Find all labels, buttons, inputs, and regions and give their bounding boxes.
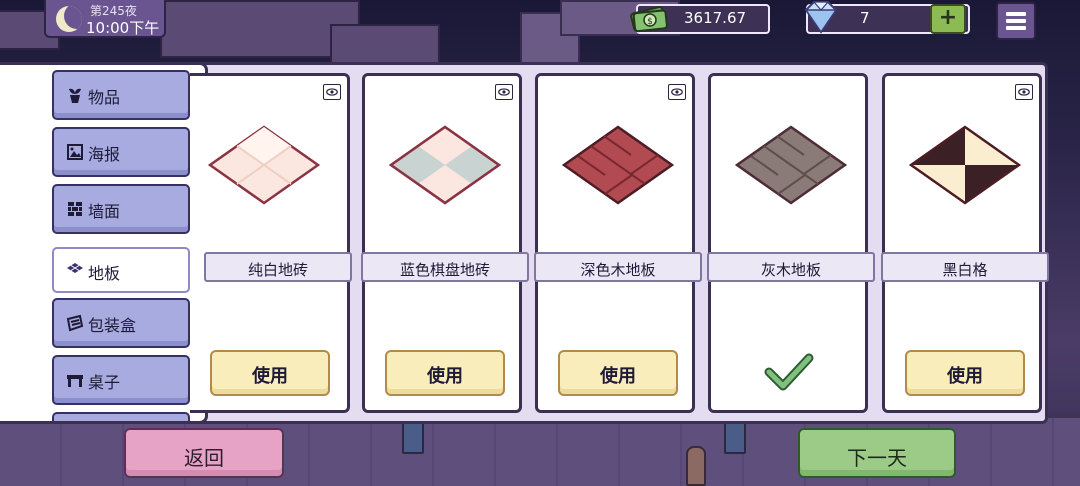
preview-eye-icon[interactable] — [668, 84, 686, 100]
back-button[interactable]: 返回 — [124, 428, 284, 478]
diamond-icon — [804, 1, 838, 34]
use-button[interactable]: 使用 — [385, 350, 505, 396]
floor-preview-blue-checker — [388, 125, 502, 205]
preview-eye-icon[interactable] — [323, 84, 341, 100]
money-amount: 3617.67 — [684, 9, 747, 27]
floor-tiles-icon — [67, 263, 83, 273]
wall-icon — [68, 202, 82, 216]
nav-label: 桌子 — [88, 373, 121, 392]
use-button-label: 使用 — [427, 366, 463, 387]
gem-count: 7 — [860, 9, 870, 27]
add-gems-button[interactable]: + — [930, 4, 966, 34]
hamburger-icon — [1006, 26, 1026, 30]
floor-card-grey-wood[interactable]: 灰木地板 — [707, 73, 875, 413]
back-button-label: 返回 — [184, 446, 224, 470]
category-walls-button[interactable]: 墙面 — [52, 184, 190, 234]
svg-text:$: $ — [647, 17, 653, 27]
card-name: 蓝色棋盘地砖 — [399, 261, 490, 279]
card-name-bar: 黑白格 — [881, 252, 1049, 282]
next-day-button[interactable]: 下一天 — [798, 428, 956, 478]
category-items-button[interactable]: 物品 — [52, 70, 190, 120]
floor-card-white-tiles[interactable]: 纯白地砖 使用 — [190, 73, 352, 413]
moon-icon — [56, 6, 82, 32]
hamburger-icon — [1006, 19, 1026, 23]
nav-label: 包装盒 — [88, 316, 137, 335]
package-box-icon — [66, 314, 84, 332]
use-button-label: 使用 — [947, 366, 983, 387]
nav-label: 墙面 — [88, 202, 121, 221]
preview-eye-icon[interactable] — [1015, 84, 1033, 100]
use-button[interactable]: 使用 — [905, 350, 1025, 396]
category-more-button[interactable] — [52, 412, 190, 421]
floor-preview-grey-wood — [734, 125, 848, 205]
floor-preview-white-tiles — [207, 125, 321, 205]
floor-card-dark-wood[interactable]: 深色木地板 使用 — [534, 73, 702, 413]
nav-label: 海报 — [88, 145, 121, 164]
use-button[interactable]: 使用 — [210, 350, 330, 396]
card-name-bar: 灰木地板 — [707, 252, 875, 282]
menu-button[interactable] — [996, 2, 1036, 40]
plant-pot-icon — [69, 88, 81, 103]
clock-time: 10:00下午 — [86, 19, 160, 37]
card-name-bar: 蓝色棋盘地砖 — [361, 252, 529, 282]
category-posters-button[interactable]: 海报 — [52, 127, 190, 177]
trash-bin — [402, 422, 424, 454]
category-sidebar[interactable]: 物品 海报 墙面 地板 包装盒 桌子 — [0, 62, 208, 424]
day-time-panel: 第245夜 10:00下午 — [44, 0, 166, 38]
nav-label: 地板 — [88, 264, 121, 283]
floor-preview-black-white — [908, 125, 1022, 205]
fire-hydrant — [686, 446, 706, 486]
trash-bin — [724, 422, 746, 454]
use-button-label: 使用 — [252, 366, 288, 387]
card-name: 纯白地砖 — [247, 261, 308, 279]
preview-eye-icon[interactable] — [495, 84, 513, 100]
table-icon — [67, 375, 83, 387]
floor-card-blue-checker[interactable]: 蓝色棋盘地砖 使用 — [361, 73, 529, 413]
floor-preview-dark-wood — [561, 125, 675, 205]
card-name: 深色木地板 — [580, 261, 656, 279]
hamburger-icon — [1006, 12, 1026, 16]
category-tables-button[interactable]: 桌子 — [52, 355, 190, 405]
cash-icon: $ — [630, 6, 668, 33]
check-icon — [764, 353, 814, 391]
nav-label: 物品 — [88, 88, 121, 107]
category-floor-button[interactable]: 地板 — [52, 247, 190, 293]
next-day-button-label: 下一天 — [847, 446, 907, 470]
background-rooftop — [330, 24, 440, 64]
card-name-bar: 纯白地砖 — [204, 252, 352, 282]
card-name: 灰木地板 — [760, 261, 821, 279]
card-name: 黑白格 — [942, 261, 988, 279]
floor-card-black-white[interactable]: 黑白格 使用 — [881, 73, 1049, 413]
poster-icon — [67, 144, 83, 160]
use-button-label: 使用 — [600, 366, 636, 387]
category-package-box-button[interactable]: 包装盒 — [52, 298, 190, 348]
card-name-bar: 深色木地板 — [534, 252, 702, 282]
use-button[interactable]: 使用 — [558, 350, 678, 396]
